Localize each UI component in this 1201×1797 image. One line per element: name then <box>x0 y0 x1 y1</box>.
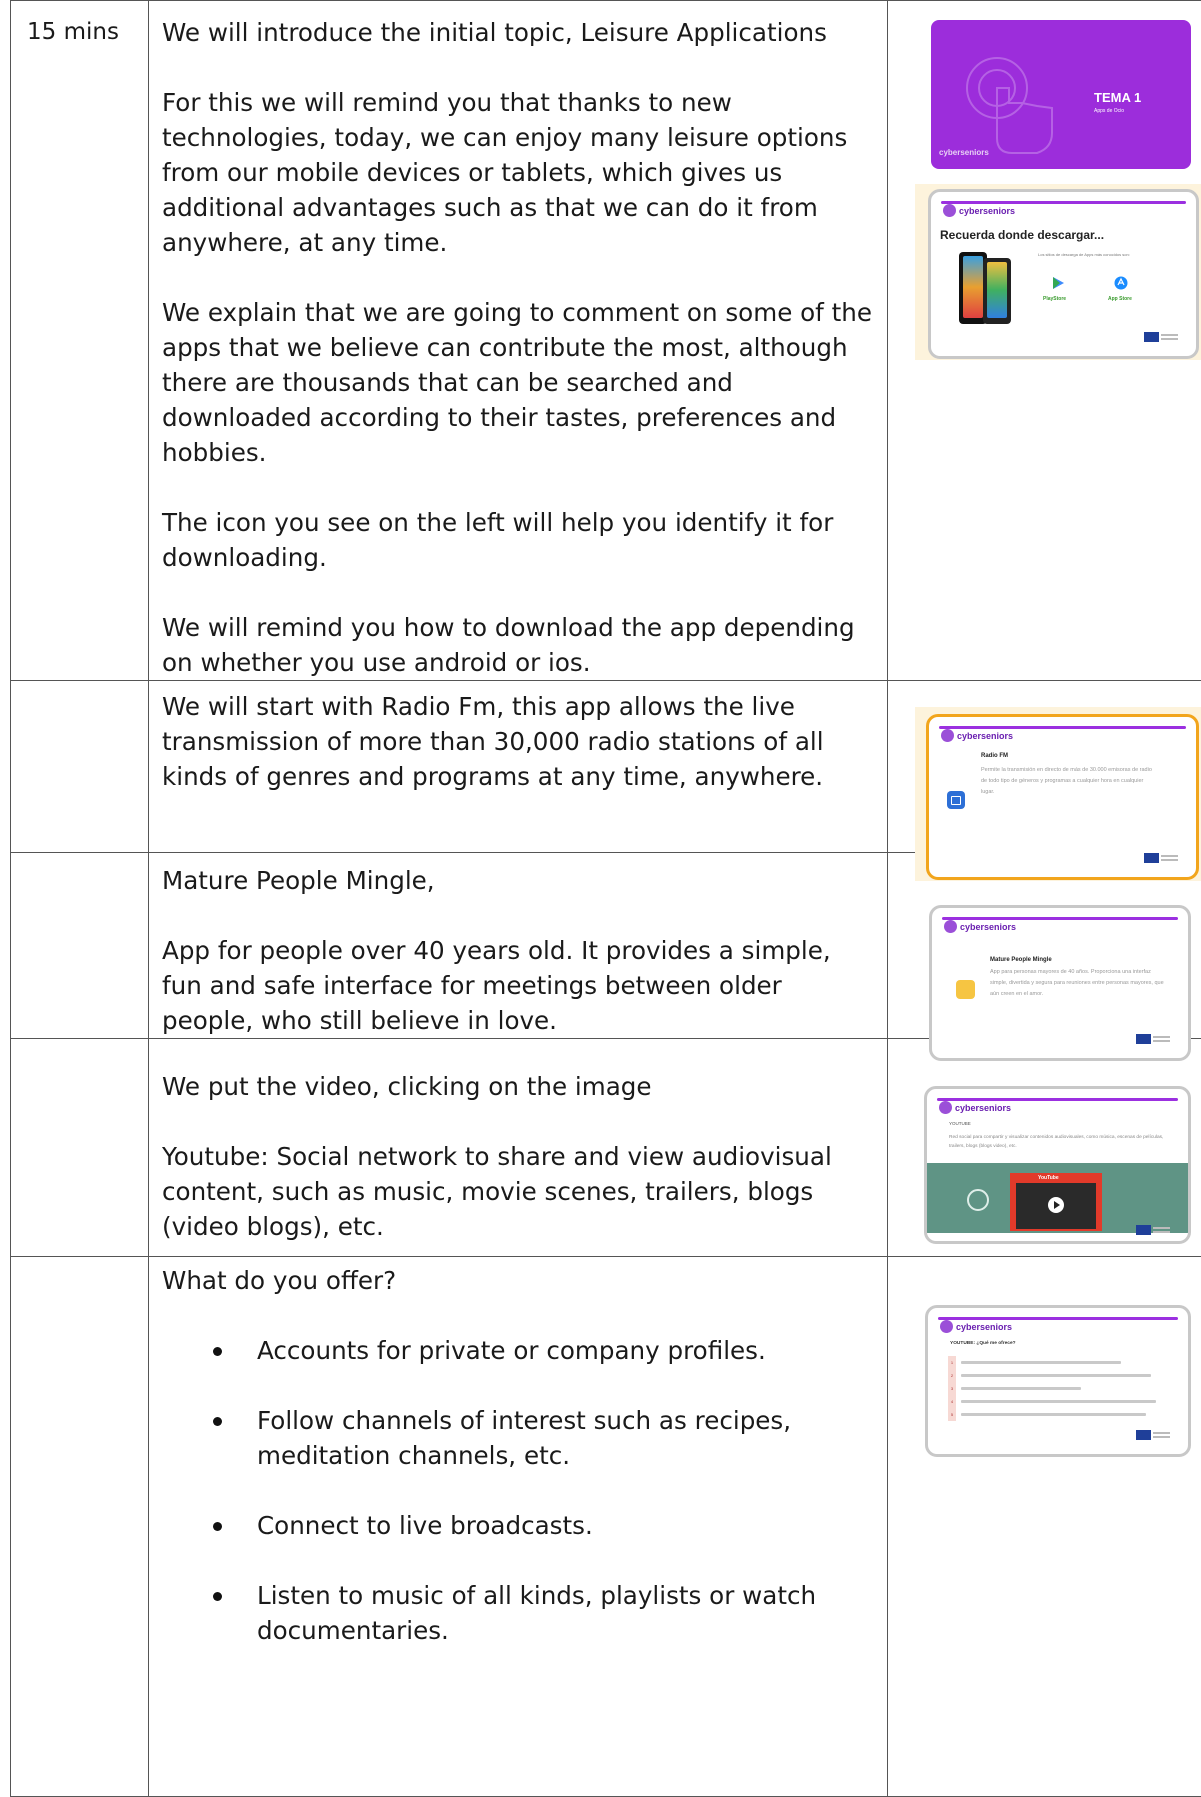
time-cell: 15 mins <box>11 1 149 681</box>
brand-logo: cyberseniors <box>943 204 1015 217</box>
video-thumbnail[interactable]: YouTube <box>1010 1173 1102 1231</box>
radio-app-icon <box>947 791 965 809</box>
slide-title: TEMA 1 <box>1094 90 1141 105</box>
time-cell <box>11 1039 149 1257</box>
slide-thumbnail-youtube-video[interactable]: cyberseniors YOUTUBE Red social para com… <box>924 1086 1191 1244</box>
slide-tag: YOUTUBE <box>949 1121 971 1126</box>
slide-caption: Los sitios de descarga de Apps más conoc… <box>1038 252 1130 257</box>
paragraph: We will introduce the initial topic, Lei… <box>162 15 873 50</box>
description-cell: We will introduce the initial topic, Lei… <box>149 1 888 681</box>
mute-icon[interactable] <box>967 1189 989 1211</box>
play-store-icon <box>1051 276 1065 290</box>
paragraph: The icon you see on the left will help y… <box>162 505 873 575</box>
paragraph: Mature People Mingle, <box>162 863 873 898</box>
mingle-app-icon <box>956 980 975 999</box>
offer-intro: What do you offer? <box>162 1263 873 1298</box>
eu-flag-icon <box>1136 1034 1170 1044</box>
slide-subtitle: Apps de Ocio <box>1094 108 1124 114</box>
list-item: Listen to music of all kinds, playlists … <box>257 1578 873 1648</box>
brand-logo: cyberseniors <box>941 729 1013 742</box>
eu-flag-icon <box>1144 332 1178 342</box>
list-item: Connect to live broadcasts. <box>257 1508 873 1543</box>
slide-title: Recuerda donde descargar... <box>940 228 1104 242</box>
duration-label: 15 mins <box>11 1 148 45</box>
slide-title: Mature People Mingle <box>990 957 1052 963</box>
brand-logo: cyberseniors <box>939 1101 1011 1114</box>
slide-body: Red social para compartir y visualizar c… <box>949 1133 1171 1151</box>
paragraph: We will remind you how to download the a… <box>162 610 873 680</box>
description-cell: What do you offer? Accounts for private … <box>149 1257 888 1797</box>
eu-flag-icon <box>1136 1225 1170 1235</box>
numbered-list: 1 2 3 4 5 <box>948 1356 956 1421</box>
slide-title: YOUTUBE: ¿Qué me ofrece? <box>950 1341 1016 1346</box>
brand-logo: cyberseniors <box>940 1320 1012 1333</box>
time-cell <box>11 1257 149 1797</box>
eu-flag-icon <box>1136 1430 1170 1440</box>
list-text-lines <box>961 1361 1161 1426</box>
description-cell: Mature People Mingle, App for people ove… <box>149 853 888 1039</box>
slide-title: Radio FM <box>981 753 1008 759</box>
paragraph: For this we will remind you that thanks … <box>162 85 873 260</box>
brand-logo: cyberseniors <box>944 920 1016 933</box>
time-cell <box>11 681 149 853</box>
list-item: Follow channels of interest such as reci… <box>257 1403 873 1473</box>
phone-image <box>983 258 1011 324</box>
offer-list: Accounts for private or company profiles… <box>162 1333 873 1648</box>
eu-flag-icon <box>1144 853 1178 863</box>
time-cell <box>11 853 149 1039</box>
video-area[interactable]: YouTube <box>927 1163 1188 1233</box>
slide-thumbnail-youtube-offers[interactable]: cyberseniors YOUTUBE: ¿Qué me ofrece? 1 … <box>925 1305 1191 1457</box>
play-button-icon[interactable] <box>1048 1197 1064 1213</box>
store-label: PlayStore <box>1043 296 1066 302</box>
youtube-logo: YouTube <box>1038 1175 1059 1181</box>
description-cell: We will start with Radio Fm, this app al… <box>149 681 888 853</box>
slide-thumbnail-radio-fm[interactable]: cyberseniors Radio FM Permite la transmi… <box>915 707 1201 881</box>
slide-thumbnail-download[interactable]: cyberseniors Recuerda donde descargar...… <box>915 184 1201 360</box>
paragraph: We will start with Radio Fm, this app al… <box>162 689 873 794</box>
slide-body: App para personas mayores de 40 años. Pr… <box>990 967 1166 1000</box>
slide-thumbnail-tema1[interactable]: TEMA 1 Apps de Ocio cyberseniors <box>931 20 1191 169</box>
slide-body: Permite la transmisión en directo de más… <box>981 765 1157 798</box>
slide-thumbnail-mature-people-mingle[interactable]: cyberseniors Mature People Mingle App pa… <box>929 905 1191 1061</box>
paragraph: We explain that we are going to comment … <box>162 295 873 470</box>
paragraph: App for people over 40 years old. It pro… <box>162 933 873 1038</box>
store-label: App Store <box>1108 296 1132 302</box>
list-item: Accounts for private or company profiles… <box>257 1333 873 1368</box>
brand-label: cyberseniors <box>939 148 989 157</box>
paragraph: We put the video, clicking on the image <box>162 1069 873 1104</box>
app-store-icon <box>1114 276 1128 290</box>
paragraph: Youtube: Social network to share and vie… <box>162 1139 873 1244</box>
description-cell: We put the video, clicking on the image … <box>149 1039 888 1257</box>
